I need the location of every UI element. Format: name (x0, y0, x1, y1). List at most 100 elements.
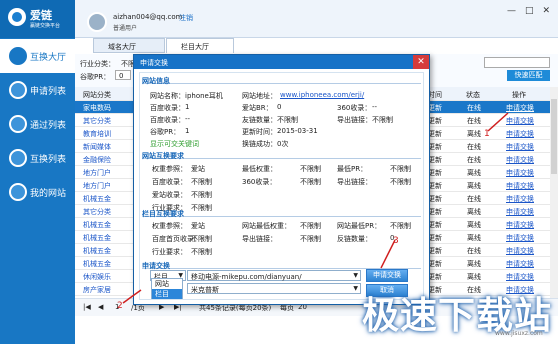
header-action: 操作 (512, 91, 526, 99)
apply-exchange-link[interactable]: 申请交换 (506, 155, 534, 165)
scrollbar[interactable] (550, 87, 558, 298)
apply-exchange-link[interactable]: 申请交换 (506, 220, 534, 230)
req-label: 最低PR： (337, 165, 368, 173)
header-status: 状态 (466, 91, 480, 99)
row-time: 更新 (428, 104, 442, 112)
header-time: 时间 (428, 91, 442, 99)
keyword-select[interactable]: 米克普斯 ▼ (187, 283, 361, 294)
nav-applications[interactable]: 申请列表 (0, 73, 75, 107)
row-status: 离线 (467, 273, 481, 281)
row-status: 在线 (467, 156, 481, 164)
url-select[interactable]: 移动电源-mikepu.com/dianyuan/ ▼ (187, 270, 361, 281)
row-time: 更新 (428, 234, 442, 242)
column-requirements-title: 栏目互换要求 (142, 209, 421, 218)
apply-exchange-link[interactable]: 申请交换 (506, 129, 534, 139)
row-category: 机械五金 (83, 221, 111, 229)
apply-exchange-link[interactable]: 申请交换 (506, 116, 534, 126)
scroll-thumb[interactable] (551, 99, 557, 174)
row-category: 机械五金 (83, 260, 111, 268)
apply-exchange-link[interactable]: 申请交换 (506, 181, 534, 191)
close-window-button[interactable]: ✕ (542, 6, 550, 16)
apply-exchange-link[interactable]: 申请交换 (506, 194, 534, 204)
quick-match-button[interactable]: 快速匹配 (507, 70, 550, 81)
req-value: 不限制 (390, 165, 411, 173)
keyword-hint[interactable]: 显示可交关键词 (150, 139, 199, 149)
google-pr-value: 1 (185, 127, 190, 135)
exchange-icon (9, 47, 27, 65)
row-status: 离线 (467, 260, 481, 268)
row-category: 房产家居 (83, 286, 111, 294)
logo-icon (8, 8, 26, 26)
row-status: 离线 (467, 208, 481, 216)
first-page-button[interactable]: |◀ (83, 303, 91, 311)
nav-exchange-hall[interactable]: 互换大厅 (0, 39, 75, 73)
baidu-label: 百度收录： (150, 104, 185, 112)
row-time: 更新 (428, 143, 442, 151)
site-name: iphone耳机 (185, 92, 223, 100)
nav-approved[interactable]: 通过列表 (0, 107, 75, 141)
req-label: 网站最低PR： (337, 222, 382, 230)
req-value: 不限制 (191, 191, 212, 199)
site-info-title: 网站信息 (142, 76, 421, 85)
apply-button[interactable]: 申请交换 (366, 269, 408, 282)
nav-label: 申请列表 (30, 87, 67, 97)
req-label: 行业要求： (152, 248, 187, 256)
pr-value: 0 (119, 72, 124, 80)
apply-exchange-link[interactable]: 申请交换 (506, 233, 534, 243)
site-url-label: 网站地址： (242, 92, 277, 100)
dropdown-option-site[interactable]: 网站 (152, 279, 182, 289)
row-category: 其它分类 (83, 208, 111, 216)
app-name: 爱链 (30, 9, 52, 22)
quick-filter-select[interactable] (484, 57, 550, 68)
req-label: 百度收录： (152, 178, 187, 186)
row-time: 更新 (428, 273, 442, 281)
update-value: 2015-03-31 (277, 127, 318, 135)
apply-exchange-link[interactable]: 申请交换 (506, 259, 534, 269)
req-value: 不限制 (300, 235, 321, 243)
row-category: 新闻媒体 (83, 143, 111, 151)
row-status: 离线 (467, 182, 481, 190)
apply-exchange-link[interactable]: 申请交换 (506, 272, 534, 282)
close-icon[interactable]: ✕ (413, 55, 429, 69)
check-icon (9, 115, 27, 133)
row-time: 更新 (428, 247, 442, 255)
exchange-count-label: 换链成功： (242, 140, 277, 148)
site-url-link[interactable]: www.iphoneea.com/erji/ (280, 91, 364, 99)
apply-exchange-link[interactable]: 申请交换 (506, 168, 534, 178)
pr-input[interactable]: 0 (115, 70, 131, 80)
minimize-button[interactable]: — (507, 6, 516, 16)
req-label: 网站最低权重： (242, 222, 291, 230)
row-time: 更新 (428, 195, 442, 203)
req-label: 权重参照： (152, 165, 187, 173)
tab-column-hall[interactable]: 栏目大厅 (166, 38, 234, 53)
window-controls: — □ ✕ (507, 6, 550, 16)
maximize-button[interactable]: □ (525, 6, 534, 16)
site-requirements-title: 网站互换要求 (142, 151, 421, 160)
user-email: aizhan004@qq.com (113, 13, 183, 21)
row-category: 地方门户 (83, 182, 111, 190)
chevron-down-icon: ▼ (353, 285, 358, 292)
pr-label: 谷歌PR： (80, 73, 111, 81)
site-name-label: 网站名称： (150, 92, 185, 100)
update-label: 更新时间： (242, 128, 277, 136)
row-time: 更新 (428, 208, 442, 216)
nav-my-sites[interactable]: 我的网站 (0, 175, 75, 209)
apply-exchange-link[interactable]: 申请交换 (506, 207, 534, 217)
req-label: 反链数量： (337, 235, 372, 243)
baidu-snap-label: 百度收录： (150, 116, 185, 124)
tab-domain-hall[interactable]: 域名大厅 (93, 38, 165, 53)
req-value: 不限制 (300, 178, 321, 186)
apply-exchange-link[interactable]: 申请交换 (506, 246, 534, 256)
avatar[interactable] (87, 12, 107, 32)
nav-exchanges[interactable]: 互换列表 (0, 141, 75, 175)
baidu-snap-value: -- (185, 115, 191, 123)
dropdown-option-column[interactable]: 栏目 (152, 289, 182, 299)
row-category: 教育培训 (83, 130, 111, 138)
prev-page-button[interactable]: ◀ (98, 303, 103, 311)
apply-exchange-link[interactable]: 申请交换 (506, 103, 534, 113)
baidu-value: 1 (185, 103, 190, 111)
apply-exchange-link[interactable]: 申请交换 (506, 142, 534, 152)
logout-link[interactable]: 注销 (179, 13, 193, 23)
req-label: 导出链接： (337, 178, 372, 186)
modal-title: 申请交换 (140, 59, 168, 67)
